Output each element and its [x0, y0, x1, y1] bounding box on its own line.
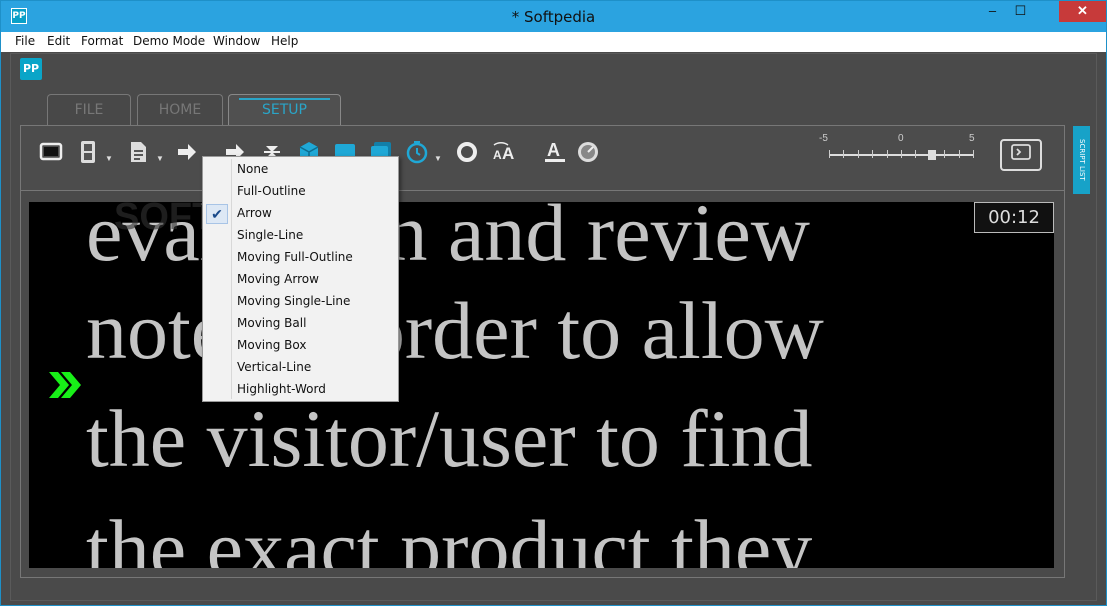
- menu-bar: File Edit Format Demo Mode Window Help: [1, 32, 1106, 52]
- menu-item-highlight-word[interactable]: Highlight-Word: [237, 378, 326, 400]
- menu-item-moving-box[interactable]: Moving Box: [237, 334, 306, 356]
- menu-separator: [231, 159, 232, 399]
- slider-min-label: -5: [819, 133, 828, 144]
- title-bar[interactable]: PP * Softpedia – ☐ ✕: [1, 1, 1106, 32]
- slider-tick: [857, 150, 859, 158]
- app-logo[interactable]: PP: [20, 58, 42, 80]
- slider-tick: [973, 150, 974, 158]
- elapsed-timer: 00:12: [974, 202, 1054, 233]
- document-icon[interactable]: [127, 140, 149, 164]
- slider-tick: [829, 150, 830, 158]
- prompter-line: notes in order to allow: [86, 285, 824, 376]
- speed-slider-track[interactable]: [829, 150, 974, 158]
- slider-tick: [843, 150, 845, 158]
- output-screen-button[interactable]: [1000, 139, 1042, 171]
- maximize-button[interactable]: ☐: [1007, 1, 1034, 22]
- app-window: PP * Softpedia – ☐ ✕ File Edit Format De…: [0, 0, 1107, 606]
- menu-format[interactable]: Format: [81, 34, 123, 48]
- indicator-dropdown-menu: ✔ None Full-Outline Arrow Single-Line Mo…: [202, 156, 399, 402]
- slider-tick: [915, 150, 917, 158]
- tab-setup[interactable]: SETUP: [228, 94, 341, 126]
- font-color-icon[interactable]: A: [543, 140, 567, 164]
- slider-mid-label: 0: [898, 133, 904, 144]
- film-icon[interactable]: [77, 140, 99, 164]
- menu-item-moving-single-line[interactable]: Moving Single-Line: [237, 290, 350, 312]
- display-icon[interactable]: [39, 140, 65, 164]
- ribbon-toolbar: ▼ ▼ ▼ A A A -5 0 5: [20, 125, 1065, 191]
- speed-slider-thumb[interactable]: [928, 150, 936, 160]
- tab-file[interactable]: FILE: [47, 94, 131, 126]
- prompter-view[interactable]: evaluation and review notes in order to …: [29, 202, 1054, 568]
- terminal-icon: [1011, 144, 1031, 160]
- arrow-right-icon[interactable]: [176, 140, 198, 164]
- window-title: * Softpedia: [511, 8, 596, 26]
- menu-help[interactable]: Help: [271, 34, 298, 48]
- menu-item-moving-arrow[interactable]: Moving Arrow: [237, 268, 319, 290]
- svg-text:A: A: [547, 140, 560, 160]
- minimize-button[interactable]: –: [979, 1, 1006, 22]
- menu-item-moving-full-outline[interactable]: Moving Full-Outline: [237, 246, 353, 268]
- check-icon: ✔: [206, 204, 228, 224]
- speed-gauge-icon[interactable]: [576, 140, 600, 164]
- chevron-down-icon[interactable]: ▼: [434, 154, 442, 163]
- slider-tick: [872, 150, 874, 158]
- slider-tick: [901, 150, 902, 158]
- svg-text:A: A: [502, 144, 514, 163]
- menu-item-full-outline[interactable]: Full-Outline: [237, 180, 306, 202]
- prompter-line: the visitor/user to find: [86, 393, 813, 484]
- close-button[interactable]: ✕: [1059, 1, 1106, 22]
- menu-item-arrow[interactable]: Arrow: [237, 202, 272, 224]
- menu-window[interactable]: Window: [213, 34, 260, 48]
- slider-tick: [958, 150, 960, 158]
- timer-icon[interactable]: [405, 140, 429, 164]
- menu-demo-mode[interactable]: Demo Mode: [133, 34, 205, 48]
- tab-home[interactable]: HOME: [137, 94, 223, 126]
- menu-item-single-line[interactable]: Single-Line: [237, 224, 303, 246]
- script-list-tab[interactable]: SCRIPT LIST: [1073, 126, 1090, 194]
- font-size-icon[interactable]: AA: [491, 140, 519, 164]
- menu-file[interactable]: File: [15, 34, 35, 48]
- menu-edit[interactable]: Edit: [47, 34, 70, 48]
- prompter-line: the exact product they: [86, 503, 813, 569]
- slider-max-label: 5: [969, 133, 975, 144]
- ring-icon[interactable]: [455, 140, 479, 164]
- cue-arrow-icon: [47, 370, 83, 400]
- menu-item-moving-ball[interactable]: Moving Ball: [237, 312, 306, 334]
- menu-item-none[interactable]: None: [237, 158, 268, 180]
- menu-item-vertical-line[interactable]: Vertical-Line: [237, 356, 311, 378]
- chevron-down-icon[interactable]: ▼: [156, 154, 164, 163]
- slider-tick: [944, 150, 946, 158]
- chevron-down-icon[interactable]: ▼: [105, 154, 113, 163]
- svg-text:A: A: [493, 148, 502, 162]
- slider-tick: [886, 150, 888, 158]
